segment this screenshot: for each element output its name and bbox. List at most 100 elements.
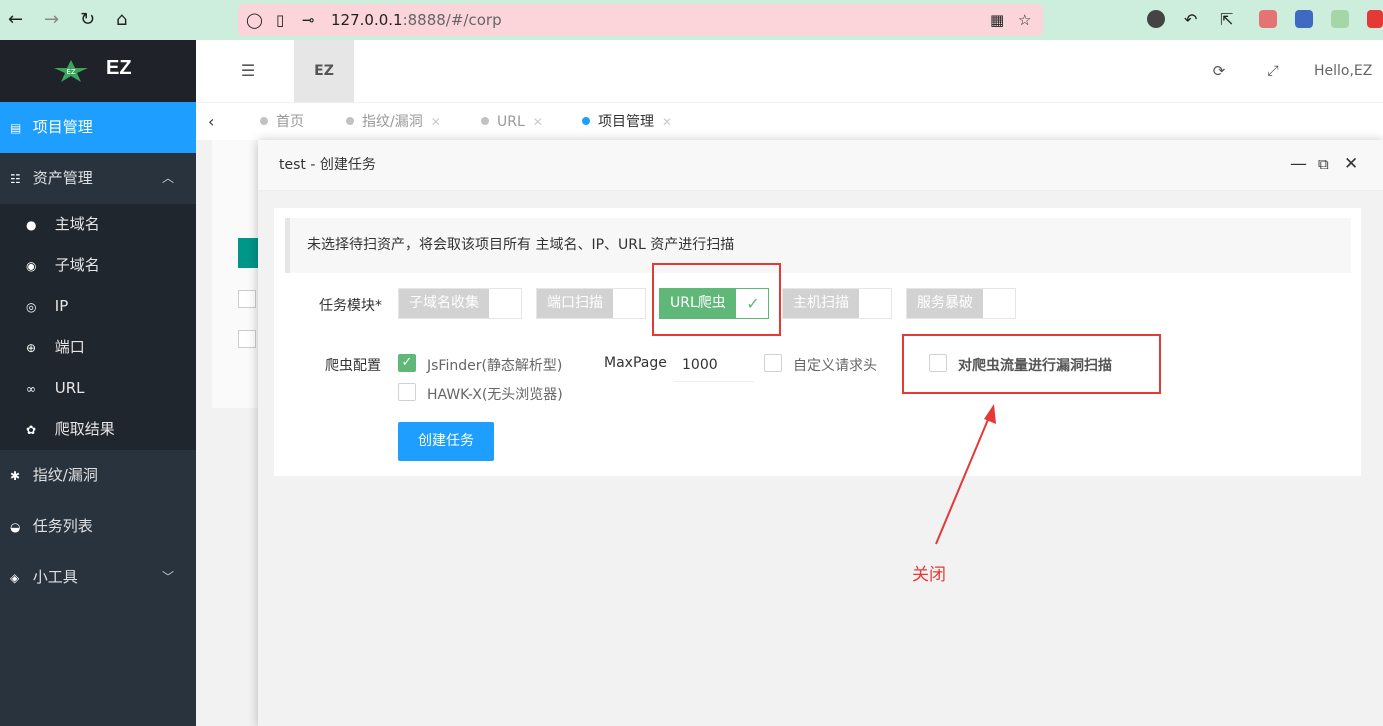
module-brute-force-switch[interactable]: 服务暴破 xyxy=(906,288,1016,319)
create-task-button[interactable]: 创建任务 xyxy=(398,422,494,461)
tabs-prev-icon[interactable]: ‹ xyxy=(208,103,214,141)
custom-header-label[interactable]: 自定义请求头 xyxy=(793,355,877,375)
switch-label: 服务暴破 xyxy=(907,289,983,318)
sidebar-logo: EZ EZ xyxy=(0,40,196,102)
sidebar-submenu: ● 主域名 ◉ 子域名 ◎ IP ⊕ 端口 ∞ URL ✿ 爬取结果 xyxy=(0,204,196,450)
extension-badge-icon[interactable] xyxy=(1331,10,1349,28)
sidebar-item-label: 小工具 xyxy=(32,568,78,586)
header-tab-ez[interactable]: EZ xyxy=(294,40,354,102)
tab-home[interactable]: 首页 xyxy=(260,103,304,141)
extension-circle-icon[interactable] xyxy=(1147,10,1165,28)
paw-icon: ✿ xyxy=(26,423,37,437)
background-checkbox xyxy=(238,290,256,308)
share-icon[interactable]: ⇱ xyxy=(1220,9,1233,31)
module-port-scan-switch[interactable]: 端口扫描 xyxy=(536,288,646,319)
modal-title: test - 创建任务 xyxy=(279,157,376,173)
sidebar-item-label: IP xyxy=(54,297,69,315)
background-checkbox xyxy=(238,330,256,348)
tab-url[interactable]: URL ✕ xyxy=(481,103,543,141)
maximize-icon[interactable]: ⧉ xyxy=(1318,154,1329,174)
sidebar-item-assets[interactable]: ☷ 资产管理 ︿ xyxy=(0,153,196,204)
sidebar-item-port[interactable]: ⊕ 端口 xyxy=(0,327,196,368)
highlight-vuln-scan xyxy=(902,334,1161,394)
address-bar[interactable]: ◯ ▯ ⊸ 127.0.0.1:8888/#/corp ▦ ☆ xyxy=(238,4,1043,36)
extension-red-icon[interactable] xyxy=(1367,10,1383,28)
user-menu[interactable]: Hello,EZ xyxy=(1314,40,1383,102)
sidebar-item-tasks[interactable]: ◒ 任务列表 xyxy=(0,501,196,552)
url-text[interactable]: 127.0.0.1:8888/#/corp xyxy=(331,11,502,29)
tab-dot xyxy=(481,117,489,125)
tab-dot xyxy=(260,117,268,125)
home-icon[interactable]: ⌂ xyxy=(116,9,127,31)
key-icon[interactable]: ⊸ xyxy=(302,11,315,29)
sidebar-item-crawl-results[interactable]: ✿ 爬取结果 xyxy=(0,409,196,450)
sidebar-item-label: 指纹/漏洞 xyxy=(32,466,98,484)
switch-label: 端口扫描 xyxy=(537,289,613,318)
hawk-label[interactable]: HAWK-X(无头浏览器) xyxy=(427,384,563,404)
switch-box xyxy=(491,289,521,318)
browser-toolbar: ← → ↻ ⌂ ◯ ▯ ⊸ 127.0.0.1:8888/#/corp ▦ ☆ … xyxy=(0,0,1383,40)
sidebar-item-tools[interactable]: ◈ 小工具 ﹀ xyxy=(0,552,196,603)
domain-icon: ● xyxy=(26,218,37,232)
tab-dot xyxy=(582,117,590,125)
reload-icon[interactable]: ↻ xyxy=(80,9,95,31)
svg-text:EZ: EZ xyxy=(66,68,75,76)
switch-label: 子域名收集 xyxy=(399,289,489,318)
close-icon[interactable]: ✕ xyxy=(662,115,672,129)
logo-star-icon: EZ xyxy=(54,60,88,82)
maxpage-input[interactable]: 1000 xyxy=(674,348,754,382)
sidebar-item-label: 资产管理 xyxy=(32,169,93,187)
link-icon: ∞ xyxy=(26,382,36,396)
task-form: 未选择待扫资产，将会取该项目所有 主域名、IP、URL 资产进行扫描 任务模块*… xyxy=(274,208,1361,476)
close-icon[interactable]: ✕ xyxy=(431,115,441,129)
save-icon[interactable] xyxy=(1295,10,1313,28)
close-icon[interactable]: ✕ xyxy=(1344,154,1358,174)
sidebar-item-project[interactable]: ▤ 项目管理 xyxy=(0,102,196,153)
brand-name: EZ xyxy=(106,57,132,79)
custom-header-checkbox[interactable] xyxy=(764,354,782,372)
sidebar: EZ EZ ▤ 项目管理 ☷ 资产管理 ︿ ● 主域名 ◉ 子域名 ◎ IP ⊕… xyxy=(0,40,196,726)
sidebar-item-label: 项目管理 xyxy=(32,118,93,136)
forward-arrow-icon[interactable]: → xyxy=(44,9,59,31)
dashboard-icon: ◒ xyxy=(10,520,21,534)
extension-bucket-icon[interactable] xyxy=(1259,10,1277,28)
module-host-scan-switch[interactable]: 主机扫描 xyxy=(782,288,892,319)
page-tabs: ‹ 首页 指纹/漏洞 ✕ URL ✕ 项目管理 ✕ xyxy=(196,102,1383,140)
hawk-checkbox[interactable] xyxy=(398,383,416,401)
menu-toggle-icon[interactable]: ☰ xyxy=(228,40,268,102)
crawler-config-label: 爬虫配置 xyxy=(325,358,381,374)
sidebar-item-ip[interactable]: ◎ IP xyxy=(0,286,196,327)
asset-notice: 未选择待扫资产，将会取该项目所有 主域名、IP、URL 资产进行扫描 xyxy=(285,218,1351,273)
tab-label: 指纹/漏洞 xyxy=(362,114,423,130)
bookmark-star-icon[interactable]: ☆ xyxy=(1018,11,1031,29)
modal-header: test - 创建任务 xyxy=(258,140,1383,191)
close-icon[interactable]: ✕ xyxy=(533,115,543,129)
sidebar-item-main-domain[interactable]: ● 主域名 xyxy=(0,204,196,245)
background-add-button xyxy=(238,238,260,268)
tab-fingerprint[interactable]: 指纹/漏洞 ✕ xyxy=(346,103,441,141)
sidebar-item-label: 主域名 xyxy=(54,215,100,233)
shield-icon[interactable]: ◯ xyxy=(246,11,263,29)
undo-icon[interactable]: ↶ xyxy=(1184,9,1197,31)
switch-box xyxy=(861,289,891,318)
page-icon: ▯ xyxy=(276,11,285,29)
sidebar-item-fingerprint[interactable]: ✱ 指纹/漏洞 xyxy=(0,450,196,501)
module-subdomain-switch[interactable]: 子域名收集 xyxy=(398,288,522,319)
top-header: ☰ EZ ⟳ ⤢ Hello,EZ xyxy=(196,40,1383,102)
back-arrow-icon[interactable]: ← xyxy=(8,9,23,31)
task-module-label: 任务模块* xyxy=(319,298,382,314)
jsfinder-label[interactable]: JsFinder(静态解析型) xyxy=(427,355,562,375)
user-greeting: Hello,EZ xyxy=(1314,63,1373,79)
create-task-modal: test - 创建任务 — ⧉ ✕ 未选择待扫资产，将会取该项目所有 主域名、I… xyxy=(258,140,1383,726)
tab-project[interactable]: 项目管理 ✕ xyxy=(582,103,672,141)
maxpage-label: MaxPage xyxy=(604,355,667,371)
tab-label: 项目管理 xyxy=(598,114,654,130)
minimize-icon[interactable]: — xyxy=(1290,154,1307,174)
qr-code-icon[interactable]: ▦ xyxy=(990,11,1004,29)
sidebar-item-subdomain[interactable]: ◉ 子域名 xyxy=(0,245,196,286)
fullscreen-icon[interactable]: ⤢ xyxy=(1258,40,1288,102)
table-icon: ☷ xyxy=(10,172,21,186)
sidebar-item-url[interactable]: ∞ URL xyxy=(0,368,196,409)
refresh-icon[interactable]: ⟳ xyxy=(1204,40,1234,102)
jsfinder-checkbox[interactable]: ✓ xyxy=(398,354,416,372)
